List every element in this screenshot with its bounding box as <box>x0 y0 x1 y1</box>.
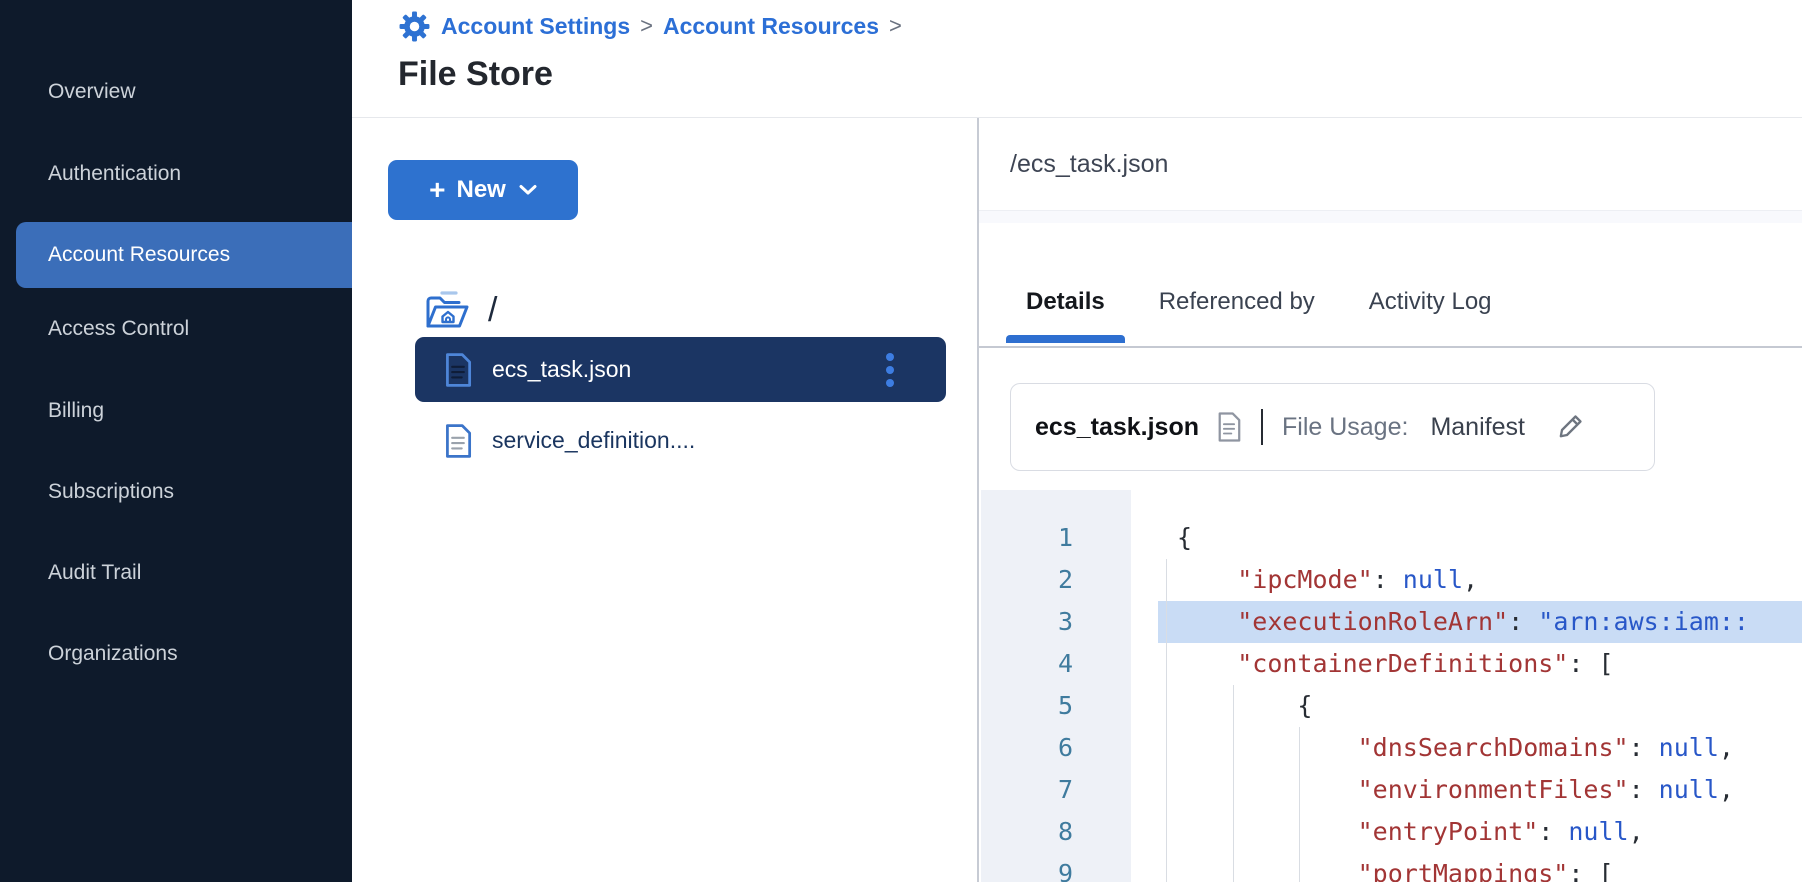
document-icon <box>1216 411 1242 443</box>
section-divider <box>979 210 1802 223</box>
indent-guide <box>1299 727 1300 882</box>
code-line-9[interactable]: 9 "portMappings": [ <box>979 853 1802 882</box>
code-line-1[interactable]: 1{ <box>979 517 1802 559</box>
gutter-gap <box>1130 517 1158 559</box>
file-path-label: /ecs_task.json <box>1010 150 1168 179</box>
gutter-gap <box>1130 643 1158 685</box>
top-header: Account Settings > Account Resources > F… <box>352 0 1802 118</box>
gutter-gap <box>1130 853 1158 882</box>
code-line-4[interactable]: 4 "containerDefinitions": [ <box>979 643 1802 685</box>
sidebar-item-account-resources[interactable]: Account Resources <box>16 222 352 288</box>
sidebar-item-audit-trail[interactable]: Audit Trail <box>0 548 352 598</box>
tab-bar: DetailsReferenced byActivity Log <box>979 223 1802 348</box>
root-folder-row[interactable]: / <box>423 286 497 334</box>
sidebar-item-access-control[interactable]: Access Control <box>0 304 352 354</box>
line-number: 9 <box>979 853 1130 882</box>
file-name: ecs_task.json <box>492 356 631 383</box>
code-lines: 1{2 "ipcMode": null,3 "executionRoleArn"… <box>979 490 1802 882</box>
code-line-content: "ipcMode": null, <box>1158 559 1802 601</box>
gutter-gap <box>1130 559 1158 601</box>
sidebar-nav: Overview Authentication Account Resources A… <box>0 0 352 882</box>
file-icon <box>443 352 473 388</box>
line-number: 6 <box>979 727 1130 769</box>
code-line-content: { <box>1158 517 1802 559</box>
line-number: 4 <box>979 643 1130 685</box>
line-number: 8 <box>979 811 1130 853</box>
tab-referenced-by[interactable]: Referenced by <box>1139 272 1335 332</box>
code-viewer: 1{2 "ipcMode": null,3 "executionRoleArn"… <box>979 490 1802 882</box>
code-line-content: "dnsSearchDomains": null, <box>1158 727 1802 769</box>
file-name-label: ecs_task.json <box>1035 413 1199 442</box>
file-detail-panel: /ecs_task.json DetailsReferenced byActiv… <box>979 118 1802 882</box>
breadcrumb-separator: > <box>640 13 653 39</box>
tab-details[interactable]: Details <box>1006 272 1125 332</box>
vertical-divider <box>1261 409 1263 445</box>
file-usage-value: Manifest <box>1430 413 1524 442</box>
line-number: 7 <box>979 769 1130 811</box>
gear-icon <box>398 10 431 43</box>
breadcrumb-link-account-resources[interactable]: Account Resources <box>663 13 879 40</box>
folder-home-icon <box>423 287 471 333</box>
sidebar-item-authentication[interactable]: Authentication <box>0 149 352 199</box>
code-line-2[interactable]: 2 "ipcMode": null, <box>979 559 1802 601</box>
sidebar-item-subscriptions[interactable]: Subscriptions <box>0 467 352 517</box>
file-row-service-definition[interactable]: service_definition.... <box>415 408 946 473</box>
gutter-gap <box>1130 601 1158 643</box>
code-line-content: "environmentFiles": null, <box>1158 769 1802 811</box>
code-line-5[interactable]: 5 { <box>979 685 1802 727</box>
code-line-content: "entryPoint": null, <box>1158 811 1802 853</box>
gutter-gap <box>1130 769 1158 811</box>
line-number: 3 <box>979 601 1130 643</box>
sidebar-item-billing[interactable]: Billing <box>0 386 352 436</box>
root-path-label: / <box>488 291 497 330</box>
code-line-7[interactable]: 7 "environmentFiles": null, <box>979 769 1802 811</box>
line-number: 5 <box>979 685 1130 727</box>
edit-pencil-icon[interactable] <box>1553 410 1587 444</box>
line-number: 2 <box>979 559 1130 601</box>
line-number: 1 <box>979 517 1130 559</box>
file-name: service_definition.... <box>492 427 695 454</box>
code-line-content: { <box>1158 685 1802 727</box>
file-row-ecs-task-json[interactable]: ecs_task.json <box>415 337 946 402</box>
app-window: OverviewAuthenticationAccount ResourcesA… <box>0 0 1802 882</box>
tab-activity-log[interactable]: Activity Log <box>1349 272 1512 332</box>
breadcrumb-separator: > <box>889 13 902 39</box>
sidebar-item-overview[interactable]: Overview <box>0 67 352 117</box>
file-path-header: /ecs_task.json <box>979 118 1802 210</box>
gutter-gap <box>1130 685 1158 727</box>
file-store-panel: + New / ecs_task.json service_definition.… <box>352 118 977 882</box>
indent-guide <box>1233 685 1234 882</box>
breadcrumb: Account Settings > Account Resources > <box>398 8 902 44</box>
code-line-3[interactable]: 3 "executionRoleArn": "arn:aws:iam:: <box>979 601 1802 643</box>
file-icon <box>443 423 473 459</box>
code-line-content: "executionRoleArn": "arn:aws:iam:: <box>1158 601 1802 643</box>
file-usage-label: File Usage: <box>1282 413 1408 442</box>
code-line-content: "portMappings": [ <box>1158 853 1802 882</box>
file-info-card: ecs_task.json File Usage: Manifest <box>1010 383 1655 471</box>
gutter-gap <box>1130 811 1158 853</box>
gutter-gap <box>1130 727 1158 769</box>
code-line-8[interactable]: 8 "entryPoint": null, <box>979 811 1802 853</box>
breadcrumb-link-account-settings[interactable]: Account Settings <box>441 13 630 40</box>
sidebar-item-organizations[interactable]: Organizations <box>0 629 352 679</box>
chevron-down-icon <box>519 184 537 196</box>
code-line-content: "containerDefinitions": [ <box>1158 643 1802 685</box>
new-button-label: New <box>457 176 506 204</box>
code-line-6[interactable]: 6 "dnsSearchDomains": null, <box>979 727 1802 769</box>
kebab-menu-icon[interactable] <box>882 349 898 391</box>
page-title: File Store <box>398 55 553 94</box>
plus-icon: + <box>429 176 445 204</box>
new-file-button[interactable]: + New <box>388 160 578 220</box>
indent-guide <box>1166 559 1167 882</box>
